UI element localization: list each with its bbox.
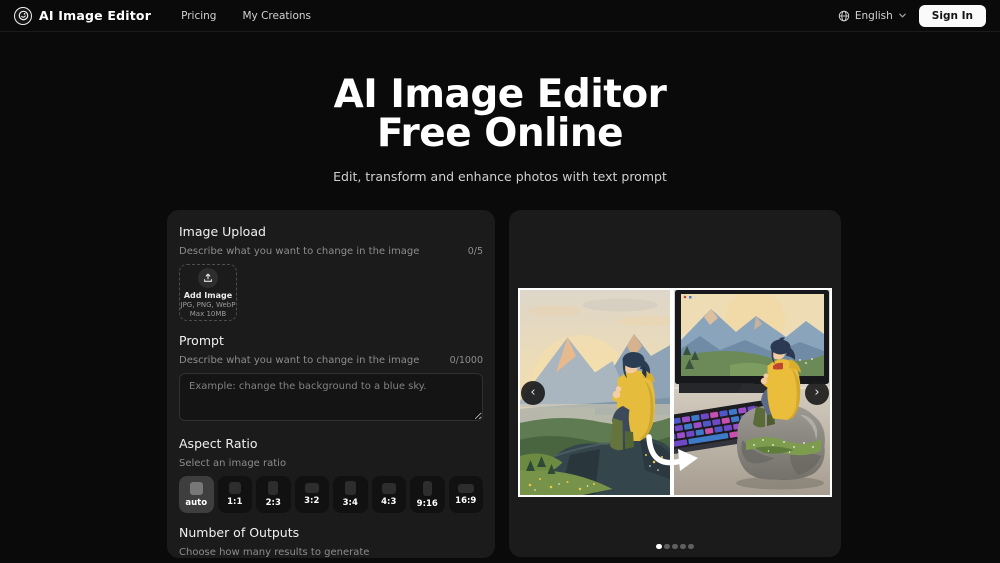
- image-upload-description: Describe what you want to change in the …: [179, 246, 419, 257]
- carousel-dots: [509, 544, 841, 550]
- ratio-3-2-icon: [305, 483, 319, 493]
- language-label: English: [855, 10, 893, 22]
- page-subtitle: Edit, transform and enhance photos with …: [0, 169, 1000, 184]
- ratio-option-9-16[interactable]: 9:16: [410, 476, 445, 513]
- app-logo-icon: [14, 7, 32, 25]
- navbar: AI Image Editor Pricing My Creations Eng…: [0, 0, 1000, 32]
- ratio-3-4-icon: [345, 481, 356, 495]
- ratio-auto-icon: [190, 482, 203, 495]
- aspect-ratio-title: Aspect Ratio: [179, 436, 483, 451]
- editor-panel: Image Upload Describe what you want to c…: [167, 210, 495, 558]
- hero-section: AI Image EditorFree Online Edit, transfo…: [0, 75, 1000, 184]
- nav-link-pricing[interactable]: Pricing: [181, 10, 216, 22]
- page-title: AI Image EditorFree Online: [0, 75, 1000, 153]
- outputs-description: Choose how many results to generate: [179, 547, 369, 558]
- brand[interactable]: AI Image Editor: [14, 7, 151, 25]
- carousel-dot-4[interactable]: [680, 544, 686, 550]
- ratio-option-auto[interactable]: auto: [179, 476, 214, 513]
- ratio-option-3-2[interactable]: 3:2: [295, 476, 330, 513]
- aspect-ratio-description: Select an image ratio: [179, 458, 286, 469]
- max-size-hint: Max 10MB: [190, 310, 226, 318]
- ratio-1-1-icon: [229, 482, 241, 494]
- prompt-counter: 0/1000: [450, 355, 483, 366]
- nav-links: Pricing My Creations: [181, 10, 311, 22]
- add-image-label: Add Image: [184, 291, 232, 300]
- outputs-title: Number of Outputs: [179, 525, 483, 540]
- prompt-descrow: Describe what you want to change in the …: [179, 355, 483, 366]
- before-after-example-image: [518, 288, 832, 497]
- image-upload-title: Image Upload: [179, 224, 483, 239]
- aspect-ratio-options: auto 1:1 2:3 3:2 3:4 4:3 9:16 16:9: [179, 476, 483, 513]
- carousel-dot-2[interactable]: [664, 544, 670, 550]
- ratio-2-3-icon: [268, 481, 278, 495]
- ratio-4-3-icon: [382, 483, 396, 494]
- ratio-16-9-icon: [458, 484, 474, 493]
- language-selector[interactable]: English: [838, 10, 907, 22]
- carousel-dot-3[interactable]: [672, 544, 678, 550]
- ratio-option-4-3[interactable]: 4:3: [372, 476, 407, 513]
- outputs-descrow: Choose how many results to generate: [179, 547, 483, 558]
- aspect-ratio-descrow: Select an image ratio: [179, 458, 483, 469]
- image-upload-counter: 0/5: [468, 246, 483, 257]
- formats-hint: JPG, PNG, WebP: [181, 301, 236, 309]
- image-upload-descrow: Describe what you want to change in the …: [179, 246, 483, 257]
- title-line2: Free Online: [377, 111, 623, 156]
- prompt-description: Describe what you want to change in the …: [179, 355, 419, 366]
- brand-name: AI Image Editor: [39, 8, 151, 23]
- sign-in-button[interactable]: Sign In: [919, 5, 986, 27]
- prompt-title: Prompt: [179, 333, 483, 348]
- ratio-option-3-4[interactable]: 3:4: [333, 476, 368, 513]
- globe-icon: [838, 10, 850, 22]
- chevron-down-icon: [898, 11, 907, 20]
- prompt-input[interactable]: [179, 373, 483, 421]
- ratio-option-1-1[interactable]: 1:1: [218, 476, 253, 513]
- carousel-next-button[interactable]: ›: [805, 381, 829, 405]
- upload-icon: [198, 268, 218, 288]
- example-carousel-panel: ‹ ›: [509, 210, 841, 557]
- carousel-prev-button[interactable]: ‹: [521, 381, 545, 405]
- nav-link-my-creations[interactable]: My Creations: [242, 10, 311, 22]
- ratio-9-16-icon: [423, 481, 432, 496]
- ratio-option-16-9[interactable]: 16:9: [449, 476, 484, 513]
- carousel-dot-1[interactable]: [656, 544, 662, 550]
- carousel-dot-5[interactable]: [688, 544, 694, 550]
- add-image-dropzone[interactable]: Add Image JPG, PNG, WebP Max 10MB: [179, 264, 237, 321]
- nav-right: English Sign In: [838, 5, 986, 27]
- ratio-option-2-3[interactable]: 2:3: [256, 476, 291, 513]
